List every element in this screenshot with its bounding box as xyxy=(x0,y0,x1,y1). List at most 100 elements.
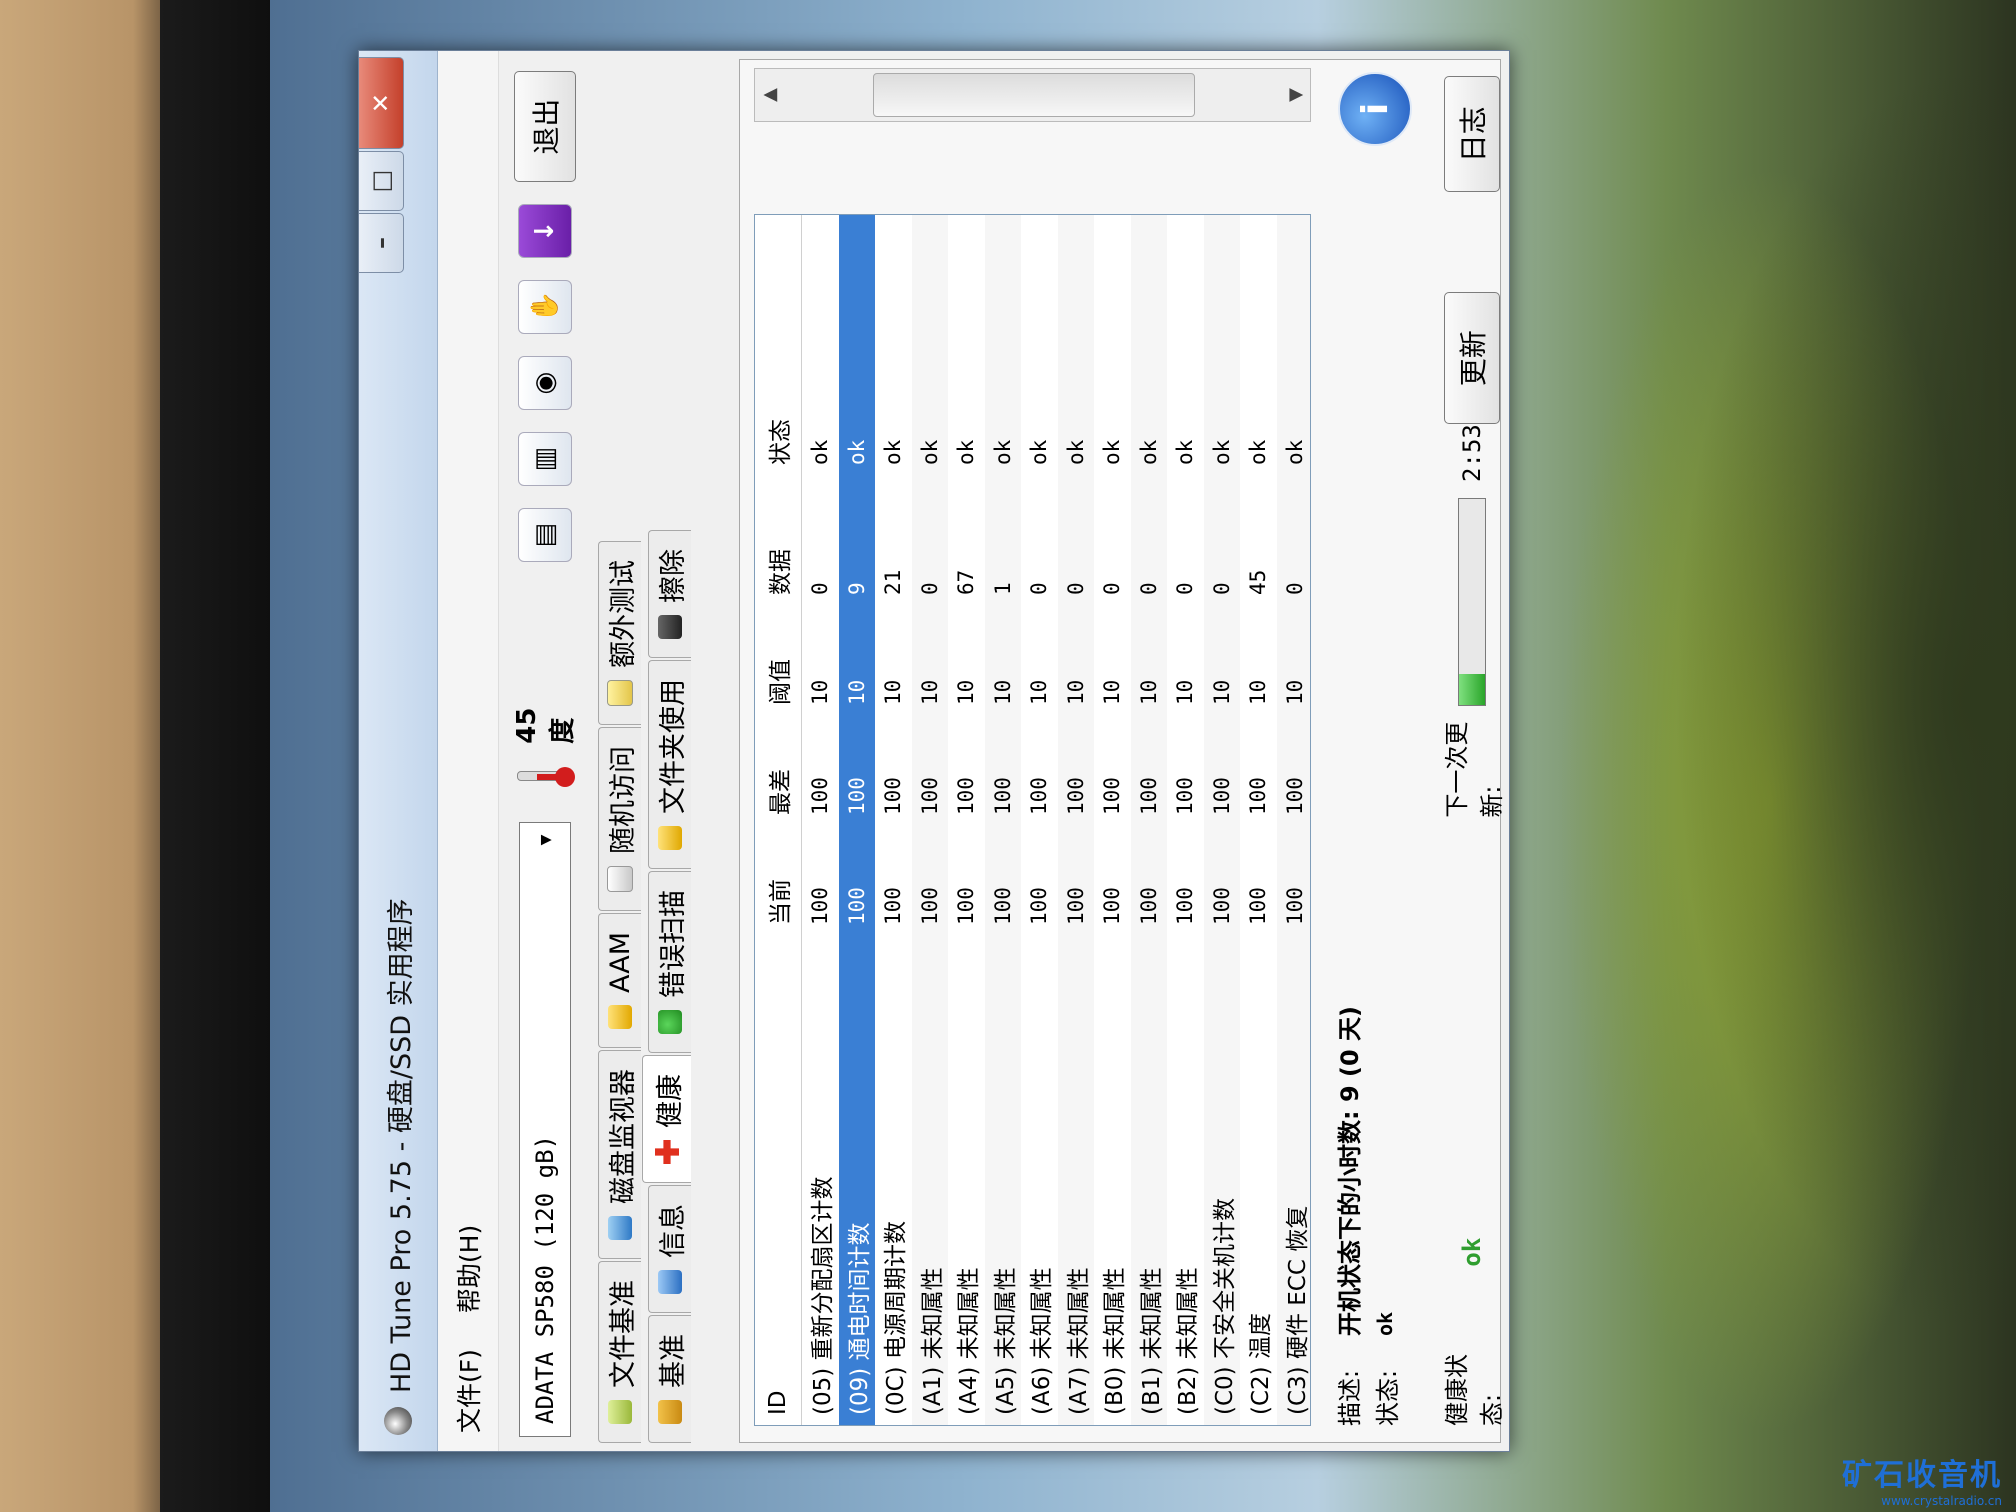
table-row[interactable]: (C3) 硬件 ECC 恢复 100 100 10 0 ok xyxy=(1276,215,1311,1425)
cell-threshold: 10 xyxy=(1100,679,1125,705)
info-icon xyxy=(658,1270,682,1294)
health-status-label: 健康状态: xyxy=(1443,1354,1506,1426)
scroll-down-icon[interactable]: ▼ xyxy=(1285,69,1306,121)
scrollbar-thumb[interactable] xyxy=(873,73,1195,117)
close-button[interactable]: ✕ xyxy=(359,57,404,149)
drive-select[interactable]: ADATA SP580 (120 gB) ▼ xyxy=(519,821,571,1437)
cell-worst: 100 xyxy=(844,777,869,815)
maximize-button[interactable]: □ xyxy=(359,151,404,211)
tab-extra-tests[interactable]: 额外测试 xyxy=(598,541,641,725)
status-bar: 健康状态: ok 下一次更新: 2:53 更新 日志 xyxy=(1440,76,1506,1426)
cell-id: (C2) 温度 xyxy=(1248,1313,1275,1415)
tab-row-1: 文件基准 磁盘监视器 AAM 随机访问 额外测试 xyxy=(591,51,641,1451)
cell-data: 0 xyxy=(1027,582,1052,595)
table-row[interactable]: (B0) 未知属性 100 100 10 0 ok xyxy=(1094,215,1131,1425)
table-row[interactable]: (B2) 未知属性 100 100 10 0 ok xyxy=(1167,215,1204,1425)
smart-table-header: ID 当前 最差 阈值 数据 状态 xyxy=(755,215,802,1425)
cell-threshold: 10 xyxy=(1282,679,1307,705)
cell-current: 100 xyxy=(1209,887,1234,925)
table-row[interactable]: (A4) 未知属性 100 100 10 67 ok xyxy=(948,215,985,1425)
cell-status: ok xyxy=(990,439,1015,465)
table-row[interactable]: (0C) 电源周期计数 100 100 10 21 ok xyxy=(875,215,912,1425)
menu-file[interactable]: 文件(F) xyxy=(450,1349,486,1433)
save-download-icon[interactable]: ↓ xyxy=(518,204,572,259)
exit-button[interactable]: 退出 xyxy=(514,71,576,183)
cell-threshold: 10 xyxy=(1173,679,1198,705)
cell-data: 0 xyxy=(1063,582,1088,595)
cell-id: (B0) 未知属性 xyxy=(1102,1267,1129,1415)
refresh-button[interactable]: 更新 xyxy=(1444,292,1500,425)
tab-random-access[interactable]: 随机访问 xyxy=(598,727,641,911)
cell-status: ok xyxy=(808,439,833,465)
copy-info-icon[interactable]: ▥ xyxy=(518,432,572,487)
temperature-value: 45度 xyxy=(511,707,578,744)
minimize-button[interactable]: – xyxy=(359,213,404,273)
next-update-label: 下一次更新: xyxy=(1443,721,1506,818)
cell-worst: 100 xyxy=(1173,777,1198,815)
table-row[interactable]: (B1) 未知属性 100 100 10 0 ok xyxy=(1130,215,1167,1425)
menu-help[interactable]: 帮助(H) xyxy=(450,1225,486,1313)
table-row[interactable]: (A1) 未知属性 100 100 10 0 ok xyxy=(911,215,948,1425)
error-scan-icon xyxy=(658,1010,682,1034)
table-row[interactable]: (05) 重新分配扇区计数 100 100 10 0 ok xyxy=(802,215,839,1425)
cell-threshold: 10 xyxy=(990,679,1015,705)
cell-data: 0 xyxy=(1173,582,1198,595)
tab-aam[interactable]: AAM xyxy=(598,913,641,1048)
cell-id: (0C) 电源周期计数 xyxy=(883,1221,910,1415)
header-id[interactable]: ID xyxy=(765,925,791,1425)
table-row[interactable]: (A6) 未知属性 100 100 10 0 ok xyxy=(1021,215,1058,1425)
cell-current: 100 xyxy=(1282,887,1307,925)
cell-current: 100 xyxy=(1100,887,1125,925)
cell-status: ok xyxy=(1246,439,1271,465)
table-row[interactable]: (A7) 未知属性 100 100 10 0 ok xyxy=(1057,215,1094,1425)
tab-info[interactable]: 信息 xyxy=(648,1185,691,1313)
log-button[interactable]: 日志 xyxy=(1444,76,1500,193)
cell-data: 0 xyxy=(1282,582,1307,595)
tab-folder-usage[interactable]: 文件夹使用 xyxy=(648,660,691,869)
info-icon-button[interactable]: i xyxy=(1338,72,1412,146)
header-worst[interactable]: 最差 xyxy=(761,705,795,815)
cell-data: 1 xyxy=(990,582,1015,595)
scroll-up-icon[interactable]: ▲ xyxy=(759,69,780,121)
cell-status: ok xyxy=(881,439,906,465)
screenshot-camera-icon[interactable]: ◉ xyxy=(518,356,572,411)
folder-icon xyxy=(658,826,682,850)
vertical-scrollbar[interactable]: ▲ ▼ xyxy=(754,68,1311,122)
watermark: 矿石收音机 www.crystalradio.cn xyxy=(1842,1450,2002,1508)
cell-status: ok xyxy=(954,439,979,465)
copy-text-icon[interactable]: ▤ xyxy=(518,508,572,563)
header-status[interactable]: 状态 xyxy=(761,345,795,465)
table-row[interactable]: (09) 通电时间计数 100 100 10 9 ok xyxy=(838,215,875,1425)
smart-table[interactable]: ID 当前 最差 阈值 数据 状态 (05) 重新分配扇区计数 100 100 10 0… xyxy=(754,214,1311,1426)
cell-threshold: 10 xyxy=(808,679,833,705)
tab-error-scan[interactable]: 错误扫描 xyxy=(648,871,691,1053)
cell-id: (B1) 未知属性 xyxy=(1138,1267,1165,1415)
cell-threshold: 10 xyxy=(844,679,869,705)
cell-id: (A6) 未知属性 xyxy=(1029,1267,1056,1415)
cell-data: 0 xyxy=(808,582,833,595)
extra-tests-icon xyxy=(607,680,633,706)
cell-data: 0 xyxy=(917,582,942,595)
tab-erase[interactable]: 擦除 xyxy=(648,530,691,658)
tab-disk-monitor[interactable]: 磁盘监视器 xyxy=(598,1050,641,1259)
table-row[interactable]: (C2) 温度 100 100 10 45 ok xyxy=(1240,215,1277,1425)
drive-select-value: ADATA SP580 (120 gB) xyxy=(531,1135,559,1424)
title-bar: HD Tune Pro 5.75 - 硬盘/SSD 实用程序 – □ ✕ xyxy=(359,51,438,1451)
tab-file-benchmark[interactable]: 文件基准 xyxy=(598,1261,641,1443)
tab-benchmark[interactable]: 基准 xyxy=(648,1315,691,1443)
cell-status: ok xyxy=(1136,439,1161,465)
cell-id: (A7) 未知属性 xyxy=(1065,1267,1092,1415)
cell-threshold: 10 xyxy=(1209,679,1234,705)
table-row[interactable]: (C0) 不安全关机计数 100 100 10 0 ok xyxy=(1203,215,1240,1425)
header-current[interactable]: 当前 xyxy=(761,815,795,925)
health-cross-icon xyxy=(655,1140,679,1164)
cell-threshold: 10 xyxy=(954,679,979,705)
cell-worst: 100 xyxy=(1027,777,1052,815)
options-hand-icon[interactable]: ✋ xyxy=(518,280,572,335)
header-threshold[interactable]: 阈值 xyxy=(761,595,795,705)
tab-health[interactable]: 健康 xyxy=(642,1055,691,1183)
table-row[interactable]: (A5) 未知属性 100 100 10 1 ok xyxy=(984,215,1021,1425)
cell-data: 9 xyxy=(844,582,869,595)
header-data[interactable]: 数据 xyxy=(761,465,795,595)
disk-monitor-icon xyxy=(608,1216,632,1240)
